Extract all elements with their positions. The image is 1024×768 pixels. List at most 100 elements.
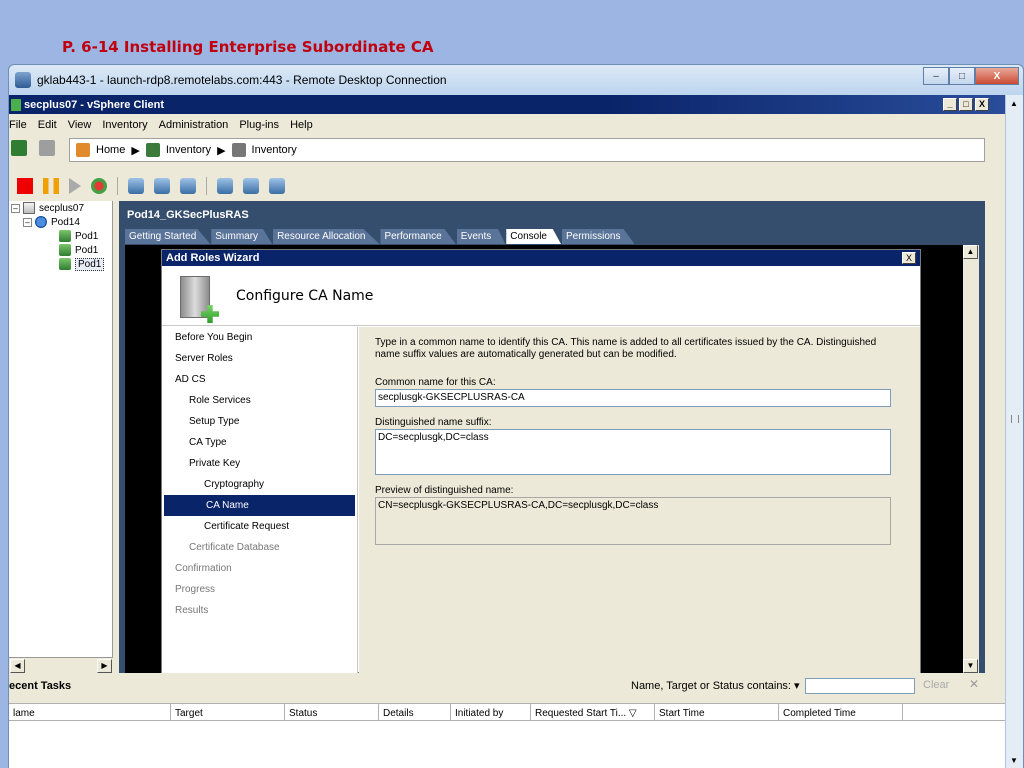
scroll-up-icon[interactable]: ▲ bbox=[963, 245, 978, 259]
column-requested-start[interactable]: Requested Start Ti... ▽ bbox=[531, 704, 655, 722]
step-before-you-begin[interactable]: Before You Begin bbox=[162, 327, 357, 348]
rdp-maximize-button[interactable]: □ bbox=[949, 67, 975, 85]
tab-getting-started[interactable]: Getting Started bbox=[125, 229, 211, 244]
column-completed-time[interactable]: Completed Time bbox=[779, 704, 903, 722]
dn-suffix-input[interactable]: DC=secplusgk,DC=class bbox=[375, 429, 891, 475]
console-vertical-scrollbar[interactable]: ▲ ▼ bbox=[963, 245, 979, 673]
breadcrumb-inventory[interactable]: Inventory bbox=[166, 144, 211, 156]
snapshot-manager-icon[interactable] bbox=[180, 178, 196, 194]
scroll-right-icon[interactable]: ▶ bbox=[97, 658, 112, 673]
clear-button[interactable]: Clear bbox=[923, 679, 949, 691]
remote-desktop-icon bbox=[15, 72, 31, 88]
vm-icon bbox=[59, 244, 71, 256]
task-filter-label[interactable]: Name, Target or Status contains: ▾ bbox=[631, 679, 800, 692]
vsphere-maximize-button[interactable]: □ bbox=[959, 98, 973, 111]
rdp-titlebar[interactable]: gklab443-1 - launch-rdp8.remotelabs.com:… bbox=[9, 65, 1023, 95]
breadcrumb-home[interactable]: Home bbox=[96, 144, 125, 156]
column-name[interactable]: lame bbox=[9, 704, 171, 722]
scroll-grip-icon[interactable] bbox=[1011, 415, 1019, 423]
vsphere-close-button[interactable]: X bbox=[975, 98, 989, 111]
vsphere-app-icon bbox=[11, 98, 21, 111]
rdp-minimize-button[interactable]: – bbox=[923, 67, 949, 85]
rdp-vertical-scrollbar[interactable]: ▲ ▼ bbox=[1005, 95, 1023, 768]
reset-icon[interactable] bbox=[91, 178, 107, 194]
scroll-left-icon[interactable]: ◀ bbox=[10, 658, 25, 673]
vm-icon bbox=[59, 258, 71, 270]
step-role-services[interactable]: Role Services bbox=[162, 390, 357, 411]
step-private-key[interactable]: Private Key bbox=[162, 453, 357, 474]
revert-snapshot-icon[interactable] bbox=[154, 178, 170, 194]
vsphere-minimize-button[interactable]: _ bbox=[943, 98, 957, 111]
menu-administration[interactable]: Administration bbox=[159, 119, 229, 131]
common-name-label: Common name for this CA: bbox=[375, 377, 496, 388]
tree-item-datacenter[interactable]: – Pod14 bbox=[9, 215, 112, 229]
scroll-up-icon[interactable]: ▲ bbox=[1010, 99, 1018, 108]
tree-item-host[interactable]: – secplus07 bbox=[9, 201, 112, 215]
breadcrumb: Home ▶ Inventory ▶ Inventory bbox=[69, 138, 985, 162]
collapse-icon[interactable]: – bbox=[23, 217, 32, 227]
step-cryptography[interactable]: Cryptography bbox=[162, 474, 357, 495]
wizard-content: Type in a common name to identify this C… bbox=[359, 327, 920, 673]
tree-item-vm[interactable]: Pod1 bbox=[9, 243, 112, 257]
rdp-title: gklab443-1 - launch-rdp8.remotelabs.com:… bbox=[37, 73, 447, 87]
step-certificate-request[interactable]: Certificate Request bbox=[162, 516, 357, 537]
menu-plugins[interactable]: Plug-ins bbox=[239, 119, 279, 131]
forward-arrow-icon[interactable] bbox=[39, 140, 55, 156]
menu-inventory[interactable]: Inventory bbox=[102, 119, 147, 131]
step-ca-name[interactable]: CA Name bbox=[164, 495, 355, 516]
tree-item-vm-selected[interactable]: Pod1 bbox=[9, 257, 112, 271]
hosts-clusters-icon bbox=[231, 143, 246, 157]
vsphere-titlebar[interactable]: secplus07 - vSphere Client _ □ X bbox=[9, 95, 1005, 114]
tab-performance[interactable]: Performance bbox=[380, 229, 456, 244]
scroll-down-icon[interactable]: ▼ bbox=[963, 659, 978, 673]
inventory-icon bbox=[145, 143, 160, 157]
scroll-down-icon[interactable]: ▼ bbox=[1010, 756, 1018, 765]
back-arrow-icon[interactable] bbox=[11, 140, 27, 156]
step-server-roles[interactable]: Server Roles bbox=[162, 348, 357, 369]
dn-suffix-label: Distinguished name suffix: bbox=[375, 417, 492, 428]
column-details[interactable]: Details bbox=[379, 704, 451, 722]
tab-resource-allocation[interactable]: Resource Allocation bbox=[273, 229, 380, 244]
chevron-right-icon: ▶ bbox=[217, 144, 226, 157]
toolbar-separator bbox=[117, 177, 118, 195]
menu-file[interactable]: File bbox=[9, 119, 27, 131]
column-target[interactable]: Target bbox=[171, 704, 285, 722]
tab-summary[interactable]: Summary bbox=[211, 229, 273, 244]
snapshot-icon[interactable] bbox=[128, 178, 144, 194]
rdp-close-button[interactable]: X bbox=[975, 67, 1019, 85]
tab-events[interactable]: Events bbox=[456, 229, 506, 244]
tab-console[interactable]: Console bbox=[506, 229, 561, 244]
column-status[interactable]: Status bbox=[285, 704, 379, 722]
breadcrumb-inventory-2[interactable]: Inventory bbox=[252, 144, 297, 156]
menubar: File Edit View Inventory Administration … bbox=[9, 114, 1005, 135]
wizard-titlebar[interactable]: Add Roles Wizard bbox=[162, 250, 920, 266]
step-results: Results bbox=[175, 605, 209, 616]
power-off-icon[interactable] bbox=[17, 178, 33, 194]
task-filter-input[interactable] bbox=[805, 678, 915, 694]
close-icon[interactable]: ✕ bbox=[969, 677, 979, 691]
host-icon bbox=[23, 202, 35, 214]
menu-edit[interactable]: Edit bbox=[38, 119, 57, 131]
common-name-input[interactable]: secplusgk-GKSECPLUSRAS-CA bbox=[375, 389, 891, 407]
menu-help[interactable]: Help bbox=[290, 119, 313, 131]
recent-tasks-title: ecent Tasks bbox=[9, 680, 72, 692]
migrate-icon[interactable] bbox=[269, 178, 285, 194]
tree-horizontal-scrollbar[interactable]: ◀ ▶ bbox=[9, 657, 113, 673]
tree-item-label: secplus07 bbox=[39, 202, 85, 214]
wizard-close-button[interactable]: X bbox=[902, 252, 916, 264]
tree-item-vm[interactable]: Pod1 bbox=[9, 229, 112, 243]
step-setup-type[interactable]: Setup Type bbox=[162, 411, 357, 432]
console-icon[interactable] bbox=[217, 178, 233, 194]
tasks-list bbox=[9, 721, 1005, 768]
column-start-time[interactable]: Start Time bbox=[655, 704, 779, 722]
vm-console[interactable]: Add Roles Wizard X Configure CA Name Bef… bbox=[125, 245, 979, 673]
suspend-icon[interactable] bbox=[43, 178, 59, 194]
step-ad-cs[interactable]: AD CS bbox=[162, 369, 357, 390]
collapse-icon[interactable]: – bbox=[11, 203, 20, 213]
step-ca-type[interactable]: CA Type bbox=[162, 432, 357, 453]
menu-view[interactable]: View bbox=[68, 119, 92, 131]
power-on-icon[interactable] bbox=[69, 178, 81, 194]
edit-settings-icon[interactable] bbox=[243, 178, 259, 194]
column-initiated-by[interactable]: Initiated by bbox=[451, 704, 531, 722]
tab-permissions[interactable]: Permissions bbox=[561, 229, 635, 244]
